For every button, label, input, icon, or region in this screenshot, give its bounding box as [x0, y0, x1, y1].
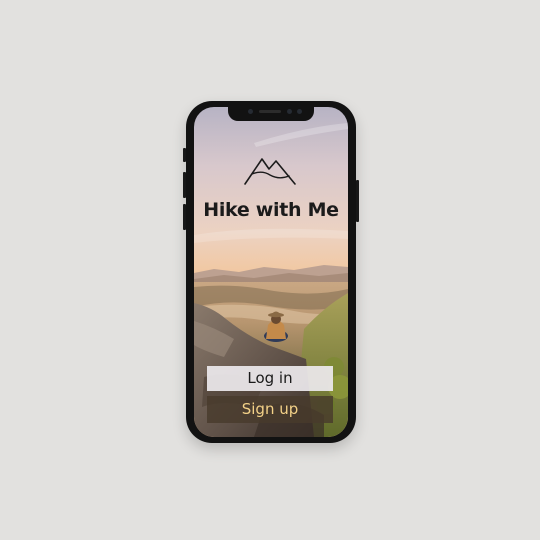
phone-sensor: [248, 109, 253, 114]
phone-sensor: [287, 109, 292, 114]
login-button[interactable]: Log in: [207, 366, 333, 391]
phone-power-button: [356, 180, 359, 222]
phone-notch: [228, 106, 314, 121]
mountain-icon: [244, 158, 296, 185]
app-title: Hike with Me: [203, 199, 339, 221]
signup-button[interactable]: Sign up: [207, 396, 333, 423]
mockup-stage: Hike with Me Log in Sign up: [0, 0, 540, 540]
phone-speaker: [259, 110, 281, 113]
phone-camera: [297, 109, 302, 114]
